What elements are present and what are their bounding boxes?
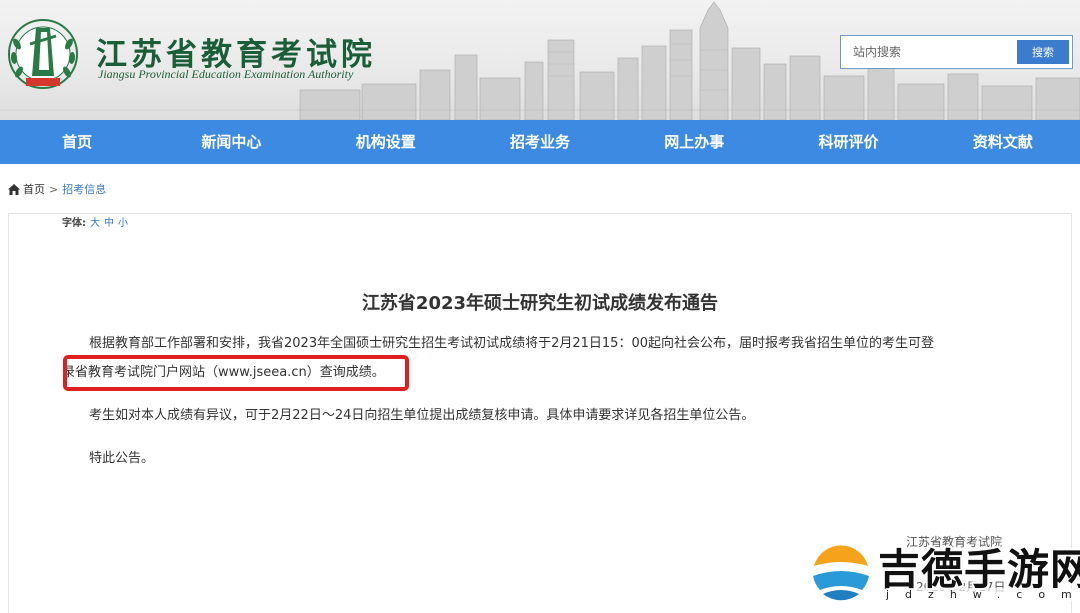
nav-item-exam-services[interactable]: 招考业务	[463, 120, 617, 164]
watermark: 吉德手游网 jdzhw.com	[806, 530, 1080, 606]
nav-item-news-center[interactable]: 新闻中心	[154, 120, 308, 164]
breadcrumb-separator: >	[49, 183, 59, 196]
article-paragraph-1-line-1: 根据教育部工作部署和安排，我省2023年全国硕士研究生招生考试初试成绩将于2月2…	[89, 336, 934, 351]
authority-logo	[8, 19, 78, 89]
font-size-selector: 字体: 大中小	[62, 214, 128, 229]
search-input[interactable]	[841, 36, 1013, 68]
site-subtitle: Jiangsu Provincial Education Examination…	[98, 67, 354, 81]
watermark-logo-icon	[811, 541, 871, 601]
font-size-medium[interactable]: 中	[104, 218, 114, 229]
article-title: 江苏省2023年硕士研究生初试成绩发布通告	[361, 293, 719, 314]
main-nav: 首页 新闻中心 机构设置 招考业务 网上办事 科研评价 资料文献	[0, 120, 1080, 164]
nav-item-documents[interactable]: 资料文献	[926, 120, 1080, 164]
font-size-small[interactable]: 小	[118, 218, 128, 229]
nav-item-organization[interactable]: 机构设置	[309, 120, 463, 164]
breadcrumb-home-link[interactable]: 首页	[23, 183, 45, 196]
breadcrumb-current-link[interactable]: 招考信息	[62, 183, 106, 196]
nav-item-research[interactable]: 科研评价	[771, 120, 925, 164]
nav-item-home[interactable]: 首页	[0, 120, 154, 164]
article-paragraph-2: 考生如对本人成绩有异议，可于2月22日～24日向招生单位提出成绩复核申请。具体申…	[89, 408, 755, 423]
search-form: 搜索	[840, 35, 1073, 69]
nav-item-online-services[interactable]: 网上办事	[617, 120, 771, 164]
watermark-domain: jdzhw.com	[886, 588, 1080, 601]
search-button[interactable]: 搜索	[1017, 40, 1069, 64]
home-icon	[8, 184, 20, 195]
site-header: 江苏省教育考试院 Jiangsu Provincial Education Ex…	[0, 0, 1080, 120]
font-size-large[interactable]: 大	[90, 218, 100, 229]
article-paragraph-3: 特此公告。	[89, 451, 155, 466]
breadcrumb: 首页 > 招考信息	[8, 181, 106, 197]
red-highlight-box	[63, 355, 409, 391]
font-size-label: 字体:	[62, 218, 86, 229]
